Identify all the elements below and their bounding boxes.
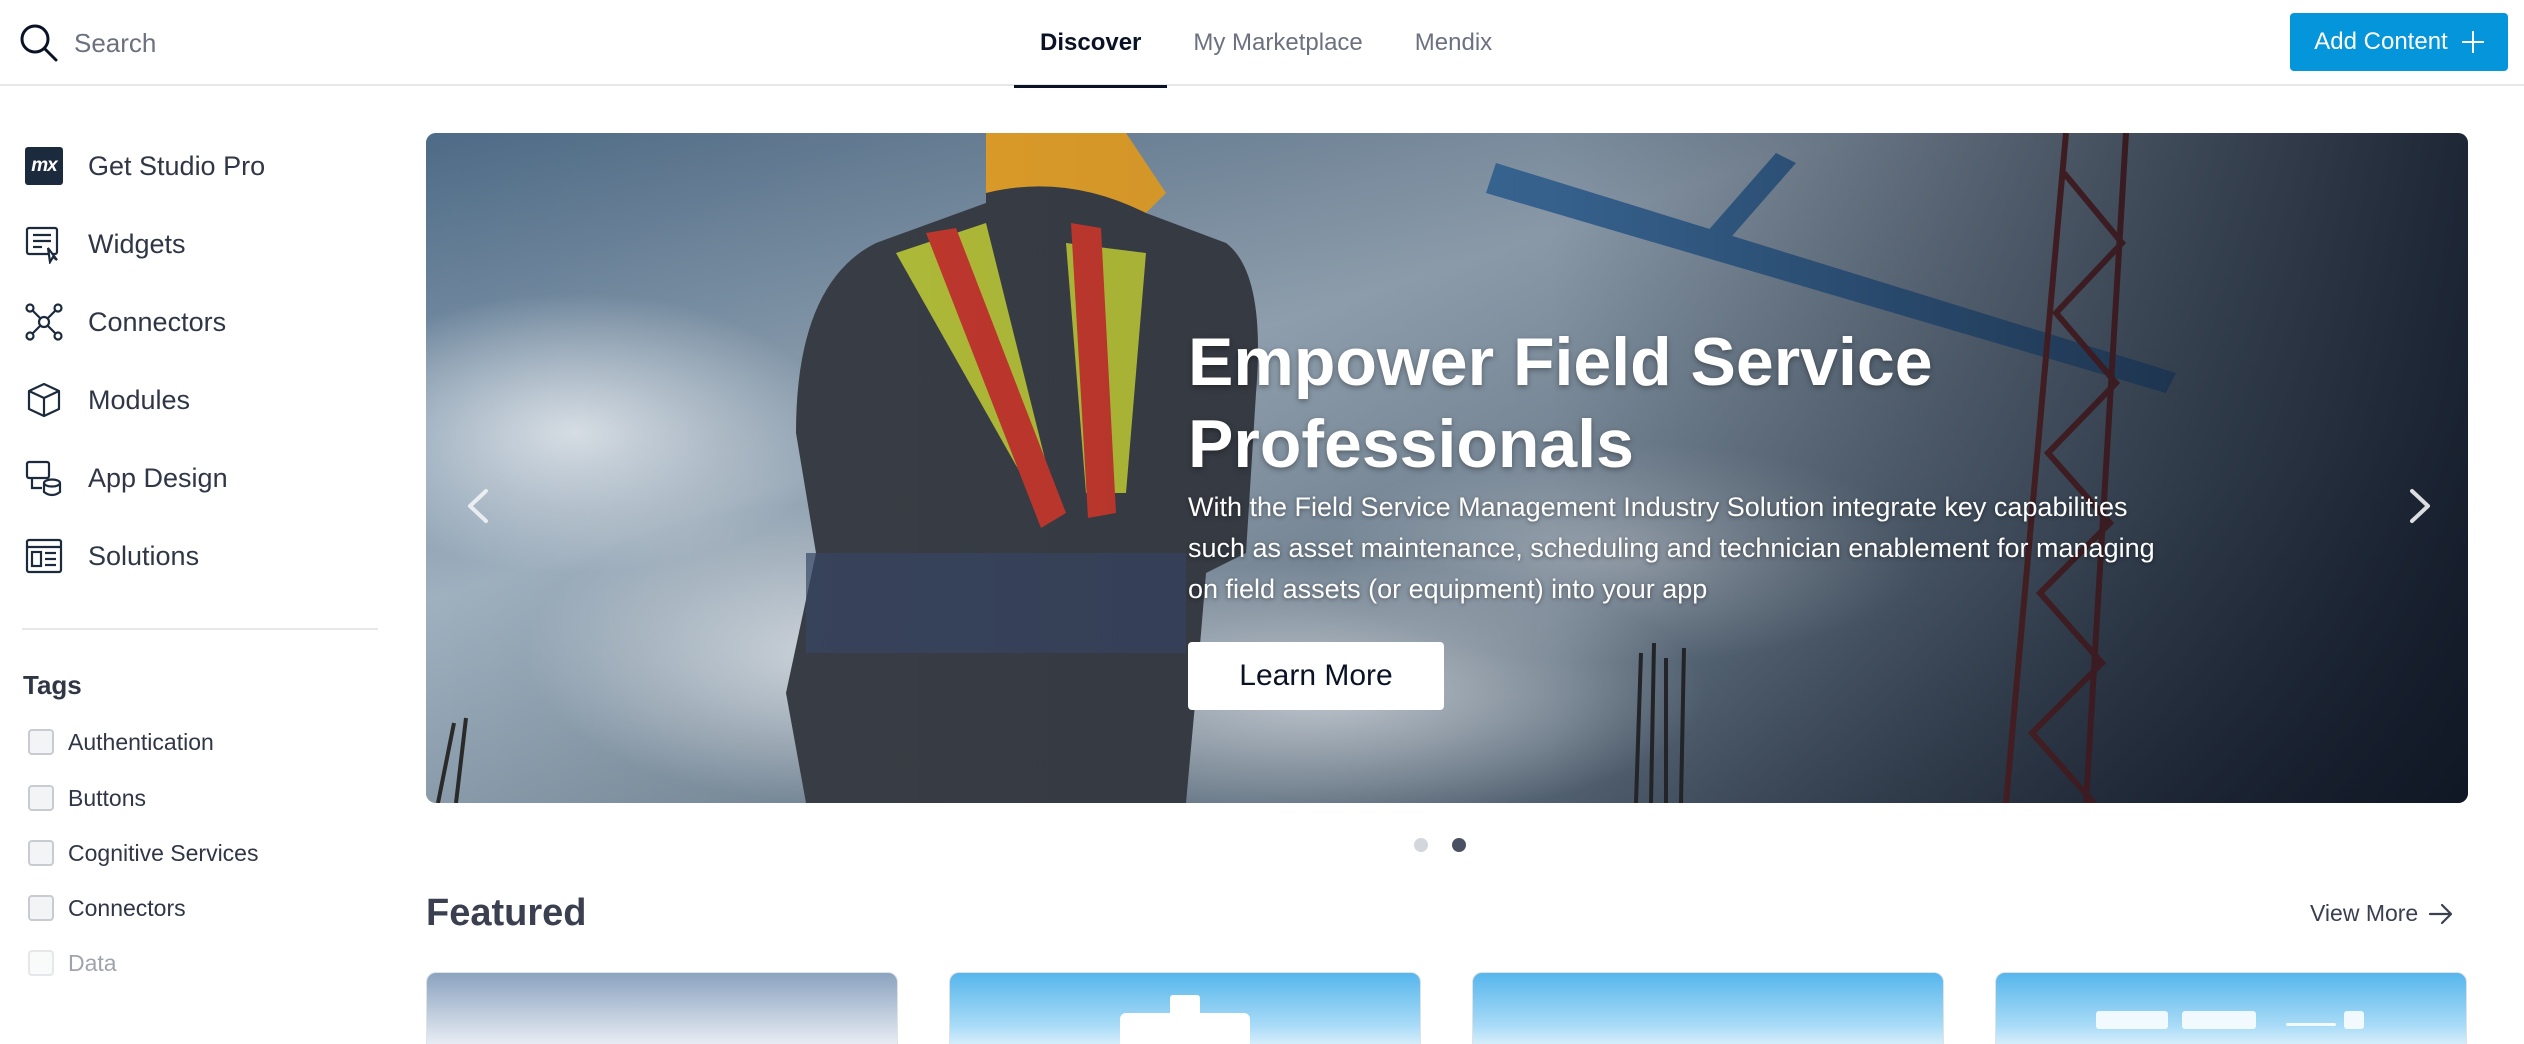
tag-label: Connectors	[68, 894, 186, 921]
mx-logo-icon: mx	[22, 144, 66, 188]
hero-content: Empower Field Service Professionals With…	[1188, 321, 2388, 710]
tag-checkbox-cognitive-services[interactable]: Cognitive Services	[28, 833, 258, 873]
module-cube-icon	[22, 378, 66, 422]
top-bar: Discover My Marketplace Mendix Add Conte…	[0, 0, 2524, 88]
tag-label: Cognitive Services	[68, 839, 259, 866]
carousel-dot-1[interactable]	[1414, 838, 1428, 852]
search-input[interactable]	[74, 27, 574, 59]
tag-checkbox-data[interactable]: Data	[28, 943, 117, 983]
tag-checkbox-authentication[interactable]: Authentication	[28, 722, 214, 762]
plus-icon	[2461, 31, 2484, 53]
sidebar-item-label: Modules	[88, 384, 191, 415]
main-tabs: Discover My Marketplace Mendix	[1014, 0, 1518, 88]
sidebar: mx Get Studio Pro Widgets Connectors Mod…	[0, 88, 400, 1044]
sidebar-item-app-design[interactable]: App Design	[22, 448, 228, 508]
sidebar-item-solutions[interactable]: Solutions	[22, 526, 199, 586]
chevron-left-icon[interactable]	[454, 481, 504, 531]
connector-network-icon	[22, 300, 66, 344]
solutions-icon	[22, 534, 66, 578]
card-illustration	[1120, 1013, 1250, 1044]
card-illustration	[2182, 1011, 2256, 1029]
sidebar-item-label: App Design	[88, 462, 228, 493]
sidebar-item-label: Connectors	[88, 306, 227, 337]
featured-card[interactable]	[426, 972, 898, 1044]
hero-description: With the Field Service Management Indust…	[1188, 492, 2155, 604]
sidebar-item-label: Solutions	[88, 540, 200, 571]
featured-card[interactable]	[1472, 972, 1944, 1044]
card-illustration	[2096, 1011, 2168, 1029]
carousel-dot-2[interactable]	[1452, 838, 1466, 852]
tag-checkbox-connectors[interactable]: Connectors	[28, 888, 186, 928]
add-content-label: Add Content	[2314, 28, 2448, 55]
hero-title: Empower Field Service Professionals	[1188, 324, 1933, 482]
tab-my-marketplace[interactable]: My Marketplace	[1167, 0, 1388, 86]
checkbox[interactable]	[28, 785, 54, 811]
search-icon	[20, 24, 58, 62]
widget-icon	[22, 222, 66, 266]
card-illustration	[2344, 1011, 2364, 1029]
checkbox[interactable]	[28, 840, 54, 866]
featured-card[interactable]	[1995, 972, 2467, 1044]
app-design-icon	[22, 456, 66, 500]
sidebar-divider	[22, 628, 378, 630]
sidebar-scroll-fade	[0, 988, 400, 1044]
tag-checkbox-buttons[interactable]: Buttons	[28, 778, 146, 818]
view-more-label: View More	[2310, 900, 2419, 926]
sidebar-item-widgets[interactable]: Widgets	[22, 214, 186, 274]
tags-heading: Tags	[23, 670, 82, 700]
sidebar-item-connectors[interactable]: Connectors	[22, 292, 226, 352]
tag-label: Buttons	[68, 784, 146, 811]
add-content-button[interactable]: Add Content	[2290, 13, 2508, 71]
arrow-right-icon	[2429, 903, 2453, 924]
sidebar-item-modules[interactable]: Modules	[22, 370, 190, 430]
checkbox[interactable]	[28, 950, 54, 976]
tab-discover[interactable]: Discover	[1014, 0, 1168, 88]
hero-carousel: Empower Field Service Professionals With…	[426, 133, 2468, 803]
sidebar-item-label: Widgets	[88, 228, 186, 259]
featured-card[interactable]	[949, 972, 1421, 1044]
sidebar-item-get-studio-pro[interactable]: mx Get Studio Pro	[22, 136, 265, 196]
carousel-dots	[1414, 838, 1466, 852]
learn-more-button[interactable]: Learn More	[1188, 642, 1444, 710]
sidebar-item-label: Get Studio Pro	[88, 150, 266, 181]
checkbox[interactable]	[28, 895, 54, 921]
view-more-link[interactable]: View More	[2310, 900, 2454, 927]
tab-mendix[interactable]: Mendix	[1389, 0, 1518, 86]
checkbox[interactable]	[28, 729, 54, 755]
featured-heading: Featured	[426, 892, 587, 934]
search-bar[interactable]	[18, 18, 574, 68]
tag-label: Data	[68, 949, 117, 976]
card-illustration	[2286, 1023, 2336, 1026]
tag-label: Authentication	[68, 728, 214, 755]
chevron-right-icon[interactable]	[2394, 481, 2444, 531]
